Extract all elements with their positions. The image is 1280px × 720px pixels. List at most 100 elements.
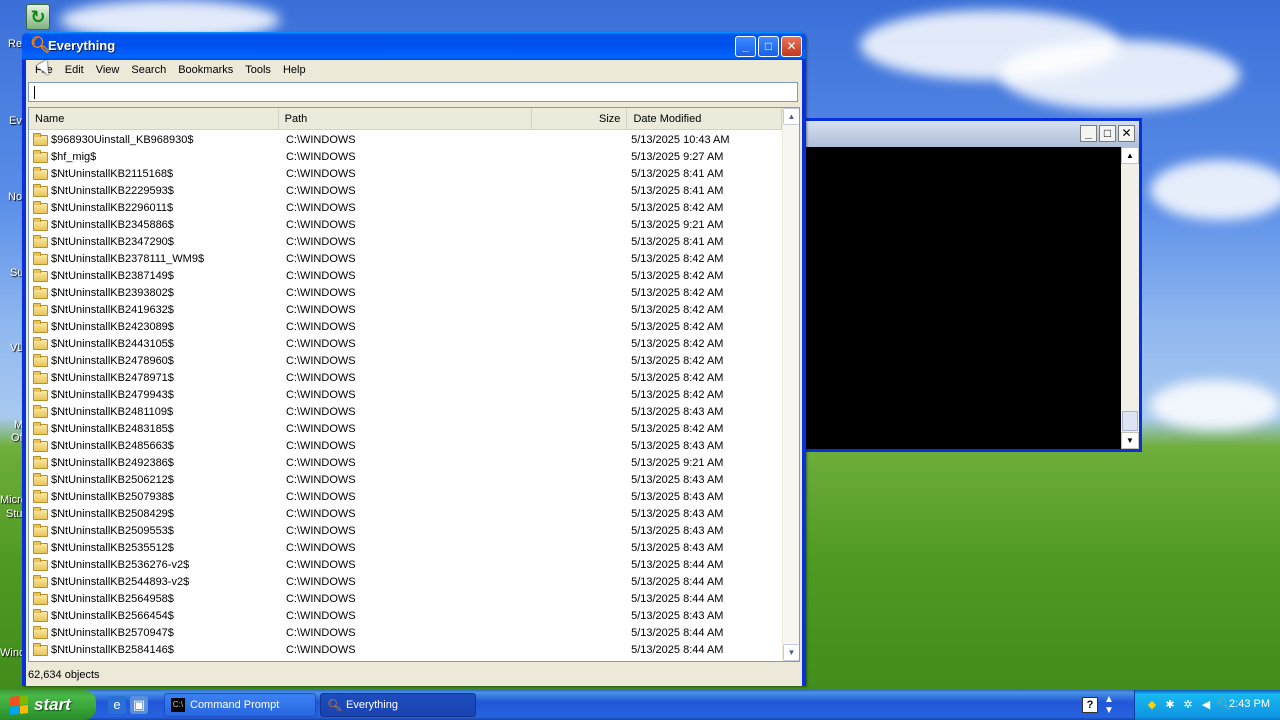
date-cell: 5/13/2025 8:42 AM: [631, 321, 724, 333]
network-icon[interactable]: ✱: [1163, 698, 1177, 712]
table-row[interactable]: $NtUninstallKB2481109$ C:\WINDOWS 5/13/202…: [29, 404, 782, 421]
name-cell: $NtUninstallKB2387149$: [29, 268, 280, 285]
column-header-date[interactable]: Date Modified: [627, 108, 783, 130]
menu-help[interactable]: Help: [277, 60, 312, 80]
scroll-up-icon[interactable]: ▲: [1121, 147, 1139, 164]
scroll-thumb[interactable]: [1122, 411, 1138, 431]
search-input[interactable]: [33, 85, 793, 97]
cmd-scrollbar[interactable]: ▲ ▼: [1121, 147, 1139, 449]
folder-icon: [33, 490, 48, 503]
cmd-titlebar[interactable]: _ □ ✕: [806, 121, 1139, 147]
date-cell: 5/13/2025 8:44 AM: [631, 559, 724, 571]
show-desktop-icon[interactable]: ▣: [130, 696, 148, 714]
taskbar-item-command-prompt[interactable]: C:\ Command Prompt: [164, 693, 316, 717]
table-row[interactable]: $NtUninstallKB2566454$ C:\WINDOWS 5/13/202…: [29, 608, 782, 625]
name-cell: $NtUninstallKB2506212$: [29, 472, 280, 489]
table-row[interactable]: $NtUninstallKB2544893-v2$ C:\WINDOWS 5/13/…: [29, 574, 782, 591]
table-row[interactable]: $NtUninstallKB2564958$ C:\WINDOWS 5/13/202…: [29, 591, 782, 608]
table-row[interactable]: $NtUninstallKB2229593$ C:\WINDOWS 5/13/202…: [29, 183, 782, 200]
recycle-bin-icon[interactable]: ↻: [26, 4, 50, 30]
table-row[interactable]: $NtUninstallKB2345886$ C:\WINDOWS 5/13/202…: [29, 217, 782, 234]
table-row[interactable]: $NtUninstallKB2423089$ C:\WINDOWS 5/13/202…: [29, 319, 782, 336]
scroll-down-icon[interactable]: ▼: [1121, 432, 1139, 449]
minimize-button[interactable]: _: [735, 36, 756, 57]
table-row[interactable]: $NtUninstallKB2570947$ C:\WINDOWS 5/13/202…: [29, 625, 782, 642]
path-cell: C:\WINDOWS: [285, 219, 356, 231]
volume-icon[interactable]: ◀: [1199, 698, 1213, 712]
file-name: $NtUninstallKB2443105$: [51, 338, 174, 350]
taskbar-item-everything[interactable]: 🔍︎ Everything: [320, 693, 476, 717]
date-cell: 5/13/2025 8:43 AM: [631, 491, 724, 503]
scroll-up-icon[interactable]: ▲: [783, 108, 799, 125]
cmd-maximize-button[interactable]: □: [1099, 125, 1116, 142]
name-cell: $NtUninstallKB2296011$: [29, 200, 280, 217]
file-name: $NtUninstallKB2506212$: [51, 474, 174, 486]
window-titlebar[interactable]: 🔍︎ Everything _ □ ✕: [22, 32, 806, 60]
menu-edit[interactable]: Edit: [59, 60, 90, 80]
menu-bookmarks[interactable]: Bookmarks: [172, 60, 239, 80]
path-cell: C:\WINDOWS: [285, 185, 356, 197]
table-row[interactable]: $NtUninstallKB2506212$ C:\WINDOWS 5/13/202…: [29, 472, 782, 489]
table-row[interactable]: $NtUninstallKB2509553$ C:\WINDOWS 5/13/202…: [29, 523, 782, 540]
table-row[interactable]: $NtUninstallKB2378111_WM9$ C:\WINDOWS 5/13…: [29, 251, 782, 268]
table-row[interactable]: $968930Uinstall_KB968930$ C:\WINDOWS 5/13/…: [29, 132, 782, 149]
name-cell: $NtUninstallKB2535512$: [29, 540, 280, 557]
column-header-name[interactable]: Name: [29, 108, 279, 130]
menu-tools[interactable]: Tools: [239, 60, 277, 80]
column-header-size[interactable]: Size: [532, 108, 628, 130]
path-cell: C:\WINDOWS: [285, 542, 356, 554]
table-row[interactable]: $NtUninstallKB2507938$ C:\WINDOWS 5/13/202…: [29, 489, 782, 506]
cmd-close-button[interactable]: ✕: [1118, 125, 1135, 142]
table-row[interactable]: $NtUninstallKB2584146$ C:\WINDOWS 5/13/202…: [29, 642, 782, 659]
table-row[interactable]: $NtUninstallKB2492386$ C:\WINDOWS 5/13/202…: [29, 455, 782, 472]
results-scrollbar[interactable]: ▲ ▼: [782, 108, 799, 661]
cmd-console[interactable]: [806, 147, 1121, 449]
date-cell: 5/13/2025 8:43 AM: [631, 406, 724, 418]
table-row[interactable]: $NtUninstallKB2508429$ C:\WINDOWS 5/13/202…: [29, 506, 782, 523]
table-row[interactable]: $NtUninstallKB2535512$ C:\WINDOWS 5/13/202…: [29, 540, 782, 557]
size-cell: [531, 370, 625, 387]
name-cell: $NtUninstallKB2485663$: [29, 438, 280, 455]
date-cell: 5/13/2025 8:41 AM: [631, 236, 724, 248]
desktop-icon-label[interactable]: Winc: [0, 647, 24, 659]
column-header-path[interactable]: Path: [279, 108, 533, 130]
date-cell: 5/13/2025 8:42 AM: [631, 355, 724, 367]
command-prompt-window[interactable]: _ □ ✕ ▲ ▼: [806, 118, 1142, 452]
internet-explorer-icon[interactable]: e: [108, 696, 126, 714]
security-shield-icon[interactable]: ◆: [1145, 698, 1159, 712]
table-row[interactable]: $NtUninstallKB2478960$ C:\WINDOWS 5/13/202…: [29, 353, 782, 370]
cmd-minimize-button[interactable]: _: [1080, 125, 1097, 142]
table-row[interactable]: $NtUninstallKB2419632$ C:\WINDOWS 5/13/202…: [29, 302, 782, 319]
tray-settings-icon[interactable]: ✲: [1181, 698, 1195, 712]
close-button[interactable]: ✕: [781, 36, 802, 57]
tray-expand-icon[interactable]: ▲ ▼: [1104, 694, 1114, 716]
table-row[interactable]: $NtUninstallKB2115168$ C:\WINDOWS 5/13/202…: [29, 166, 782, 183]
table-row[interactable]: $NtUninstallKB2393802$ C:\WINDOWS 5/13/202…: [29, 285, 782, 302]
table-row[interactable]: $NtUninstallKB2443105$ C:\WINDOWS 5/13/202…: [29, 336, 782, 353]
results-list[interactable]: Name Path Size Date Modified $968930Uins…: [28, 107, 800, 662]
maximize-button[interactable]: □: [758, 36, 779, 57]
desktop-icon-label[interactable]: Micro: [0, 494, 24, 506]
menu-view[interactable]: View: [90, 60, 126, 80]
table-row[interactable]: $NtUninstallKB2479943$ C:\WINDOWS 5/13/202…: [29, 387, 782, 404]
table-row[interactable]: $hf_mig$ C:\WINDOWS 5/13/2025 9:27 AM: [29, 149, 782, 166]
search-field[interactable]: [28, 82, 798, 102]
help-icon[interactable]: ?: [1082, 697, 1098, 713]
clock[interactable]: 2:43 PM: [1229, 698, 1270, 710]
name-cell: $NtUninstallKB2509553$: [29, 523, 280, 540]
table-row[interactable]: $NtUninstallKB2485663$ C:\WINDOWS 5/13/202…: [29, 438, 782, 455]
scroll-down-icon[interactable]: ▼: [783, 644, 799, 661]
table-row[interactable]: $NtUninstallKB2478971$ C:\WINDOWS 5/13/202…: [29, 370, 782, 387]
table-row[interactable]: $NtUninstallKB2296011$ C:\WINDOWS 5/13/202…: [29, 200, 782, 217]
size-cell: [531, 336, 625, 353]
everything-window[interactable]: 🔍︎ Everything _ □ ✕ File Edit View Searc…: [22, 32, 806, 686]
menu-search[interactable]: Search: [125, 60, 172, 80]
table-row[interactable]: $NtUninstallKB2347290$ C:\WINDOWS 5/13/202…: [29, 234, 782, 251]
table-row[interactable]: $NtUninstallKB2483185$ C:\WINDOWS 5/13/202…: [29, 421, 782, 438]
size-cell: [531, 438, 625, 455]
table-row[interactable]: $NtUninstallKB2536276-v2$ C:\WINDOWS 5/13/…: [29, 557, 782, 574]
path-cell: C:\WINDOWS: [285, 168, 356, 180]
path-cell: C:\WINDOWS: [285, 304, 356, 316]
start-button[interactable]: start: [0, 690, 96, 720]
table-row[interactable]: $NtUninstallKB2387149$ C:\WINDOWS 5/13/202…: [29, 268, 782, 285]
